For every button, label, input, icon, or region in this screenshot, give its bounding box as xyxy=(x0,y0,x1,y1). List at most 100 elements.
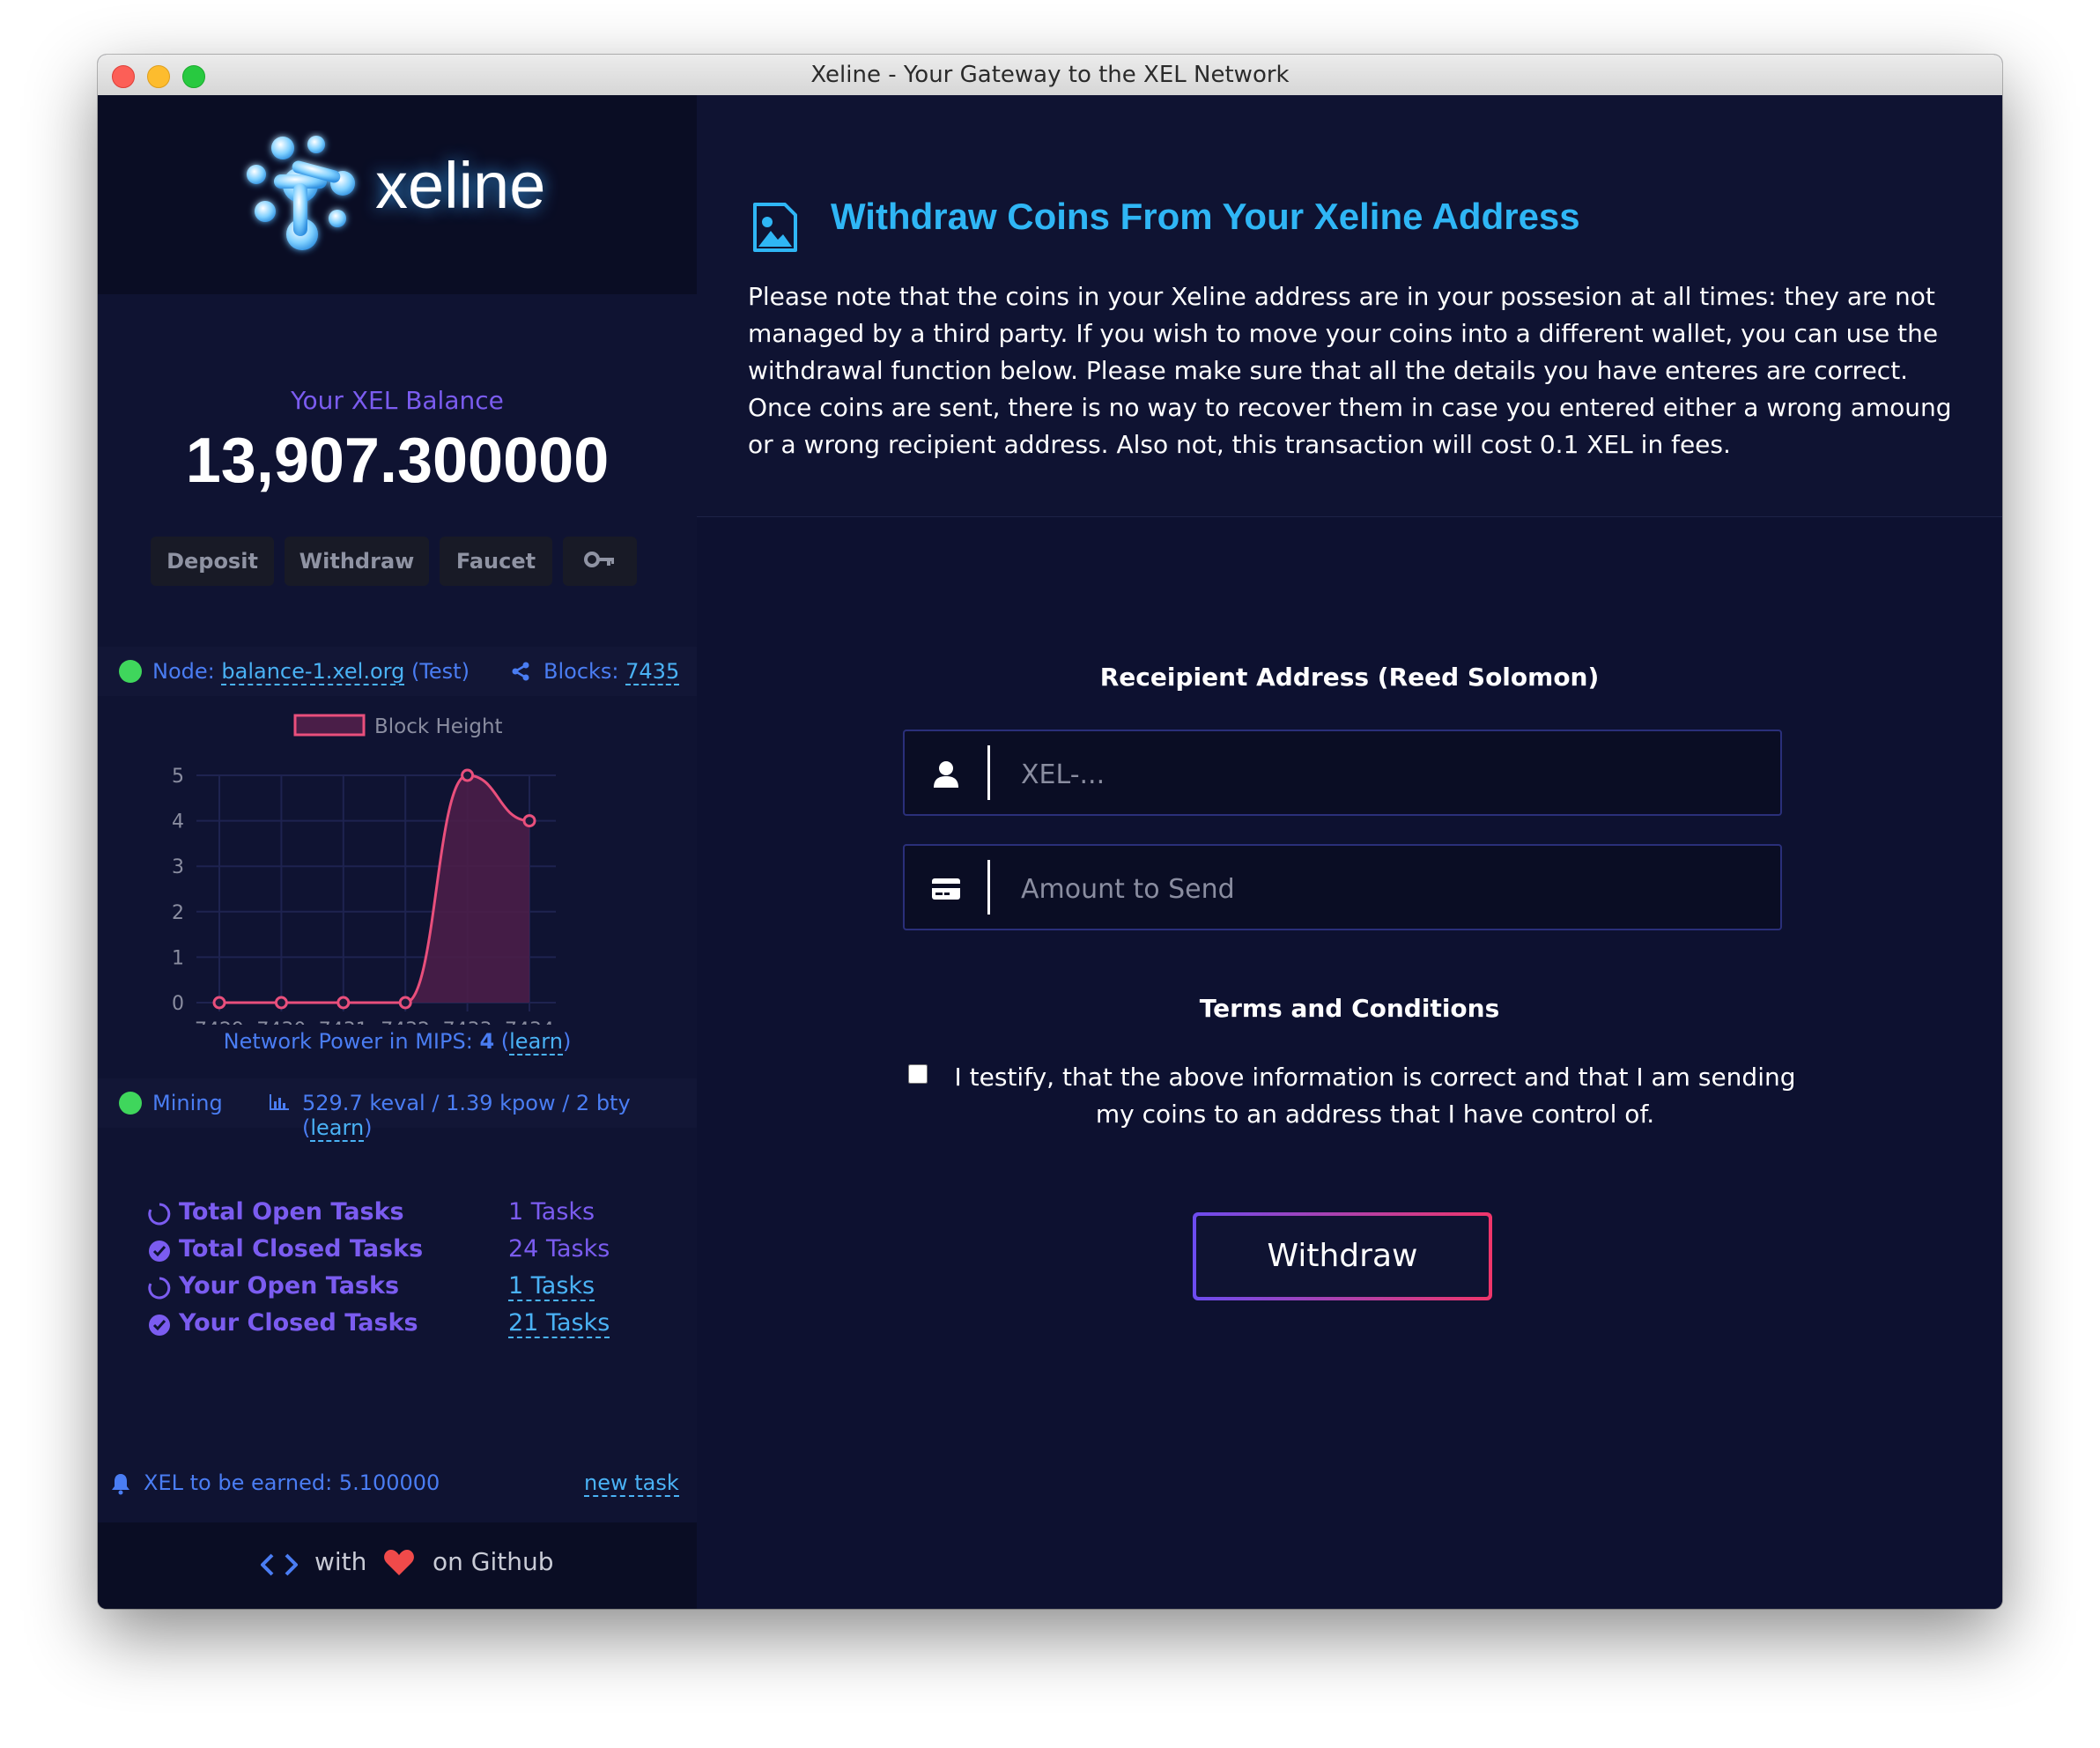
terms-checkbox[interactable] xyxy=(908,1064,928,1084)
task-stat-value: 24 Tasks xyxy=(508,1235,610,1263)
task-stat-row: Your Closed Tasks 21 Tasks xyxy=(147,1307,676,1343)
sidebar: xeline Your XEL Balance 13,907.300000 De… xyxy=(98,95,697,1609)
share-nodes-icon xyxy=(512,662,529,681)
circle-notch-icon xyxy=(148,1277,171,1300)
brand-name: xeline xyxy=(375,149,546,222)
earn-bar: XEL to be earned: 5.100000 new task xyxy=(98,1462,697,1511)
task-stat-row: Total Closed Tasks 24 Tasks xyxy=(147,1233,676,1269)
y-tick-label: 0 xyxy=(172,993,184,1015)
footer: with on Github xyxy=(98,1522,697,1609)
mining-stats: 529.7 keval / 1.39 kpow / 2 bty (learn) xyxy=(302,1091,631,1142)
y-tick-label: 4 xyxy=(172,811,184,833)
x-tick-label: 7433 xyxy=(443,1019,492,1025)
terms-text: I testify, that the above information is… xyxy=(954,1063,1796,1129)
node-host-link[interactable]: balance-1.xel.org xyxy=(221,659,405,685)
page-description: Please note that the coins in your Xelin… xyxy=(748,282,1952,459)
footer-with: with xyxy=(314,1547,367,1576)
task-stat-name: Your Open Tasks xyxy=(179,1272,400,1300)
network-power: Network Power in MIPS: 4 (learn) xyxy=(223,1029,572,1055)
logo: xeline xyxy=(98,95,697,294)
key-icon xyxy=(584,552,614,567)
node-status-bar: Node: balance-1.xel.org (Test) Blocks: 7… xyxy=(98,647,697,696)
task-stat-row: Total Open Tasks 1 Tasks xyxy=(147,1196,676,1232)
blocks-info: Blocks: 7435 xyxy=(543,659,680,685)
app-window: Xeline - Your Gateway to the XEL Network xyxy=(98,55,2002,1609)
recipient-address-input[interactable] xyxy=(1019,749,1763,800)
block-height-area xyxy=(219,775,529,1003)
field-separator xyxy=(987,745,990,800)
task-stat-value[interactable]: 21 Tasks xyxy=(508,1309,610,1338)
amount-input[interactable] xyxy=(1019,863,1763,915)
x-tick-label: 7430 xyxy=(256,1019,306,1025)
task-stat-value: 1 Tasks xyxy=(508,1198,595,1226)
page-title: Withdraw Coins From Your Xeline Address xyxy=(831,196,1580,237)
xel-to-be-earned: XEL to be earned: 5.100000 xyxy=(144,1470,440,1495)
y-tick-label: 2 xyxy=(172,902,184,924)
balance-actions: Deposit Withdraw Faucet xyxy=(98,537,697,586)
y-tick-label: 5 xyxy=(172,766,184,788)
check-circle-icon xyxy=(149,1241,170,1262)
block-height-chart: 0 1 2 3 4 5 7429 7430 7431 7432 7433 7434 Block Heig… xyxy=(172,714,556,1025)
data-point xyxy=(336,996,351,1010)
network-learn-link[interactable]: learn xyxy=(509,1029,563,1055)
bar-chart-icon xyxy=(270,1094,289,1110)
blocks-label: Blocks: xyxy=(543,659,619,684)
withdraw-button[interactable]: Withdraw xyxy=(1193,1212,1492,1300)
mining-status-bar: Mining 529.7 keval / 1.39 kpow / 2 bty (… xyxy=(98,1078,697,1142)
y-tick-label: 1 xyxy=(172,947,184,969)
recipient-label: Receipient Address (Reed Solomon) xyxy=(1099,663,1600,692)
credit-card-icon xyxy=(932,878,960,900)
task-stat-name: Your Closed Tasks xyxy=(179,1309,418,1337)
new-task-link[interactable]: new task xyxy=(584,1470,679,1497)
node-info: Node: balance-1.xel.org (Test) xyxy=(152,659,470,685)
task-stat-name: Total Open Tasks xyxy=(179,1198,404,1226)
network-power-label: Network Power in MIPS: xyxy=(223,1029,473,1054)
node-mode: (Test) xyxy=(410,659,470,684)
y-tick-label: 3 xyxy=(172,856,184,878)
data-point xyxy=(461,768,475,782)
data-point xyxy=(522,814,536,828)
mining-learn-link[interactable]: learn xyxy=(310,1115,365,1142)
github-link[interactable]: on Github xyxy=(433,1547,554,1576)
heart-icon xyxy=(384,1550,414,1575)
recipient-field xyxy=(903,730,1782,816)
mining-status-dot xyxy=(119,1092,142,1115)
faucet-button[interactable]: Faucet xyxy=(440,537,552,586)
field-separator xyxy=(987,860,990,915)
withdraw-button-label: Withdraw xyxy=(1196,1216,1489,1297)
network-power-value: 4 xyxy=(479,1029,495,1054)
data-point xyxy=(398,996,412,1010)
balance-value: 13,907.300000 xyxy=(185,426,610,496)
circle-notch-icon xyxy=(148,1203,171,1226)
task-stat-value[interactable]: 1 Tasks xyxy=(508,1272,595,1301)
withdraw-tab-button[interactable]: Withdraw xyxy=(285,537,429,586)
x-tick-label: 7431 xyxy=(319,1019,368,1025)
legend-swatch xyxy=(293,714,366,737)
check-circle-icon xyxy=(149,1315,170,1336)
task-stat-row: Your Open Tasks 1 Tasks xyxy=(147,1270,676,1306)
node-status-dot xyxy=(119,660,142,683)
xeline-logo-icon xyxy=(247,136,355,250)
mining-stats-value: 529.7 keval / 1.39 kpow / 2 bty xyxy=(302,1091,631,1115)
data-point xyxy=(212,996,226,1010)
main-panel: Withdraw Coins From Your Xeline Address … xyxy=(697,95,2002,1609)
bell-icon xyxy=(112,1474,129,1495)
node-label: Node: xyxy=(152,659,215,684)
withdraw-intro: Withdraw Coins From Your Xeline Address … xyxy=(697,95,2002,517)
terms-title: Terms and Conditions xyxy=(1199,994,1500,1023)
mining-label: Mining xyxy=(152,1091,223,1115)
key-button[interactable] xyxy=(563,537,637,586)
task-stat-name: Total Closed Tasks xyxy=(179,1235,424,1263)
balance-label: Your XEL Balance xyxy=(291,386,504,415)
deposit-button[interactable]: Deposit xyxy=(151,537,274,586)
amount-field xyxy=(903,844,1782,930)
code-icon[interactable] xyxy=(260,1552,299,1577)
image-icon xyxy=(753,203,797,252)
blocks-value-link[interactable]: 7435 xyxy=(625,659,680,685)
user-icon xyxy=(934,761,958,788)
x-tick-label: 7429 xyxy=(195,1019,244,1025)
title-bar: Xeline - Your Gateway to the XEL Network xyxy=(98,55,2002,96)
data-point xyxy=(274,996,288,1010)
x-tick-label: 7434 xyxy=(505,1019,554,1025)
legend-label: Block Height xyxy=(374,715,503,738)
